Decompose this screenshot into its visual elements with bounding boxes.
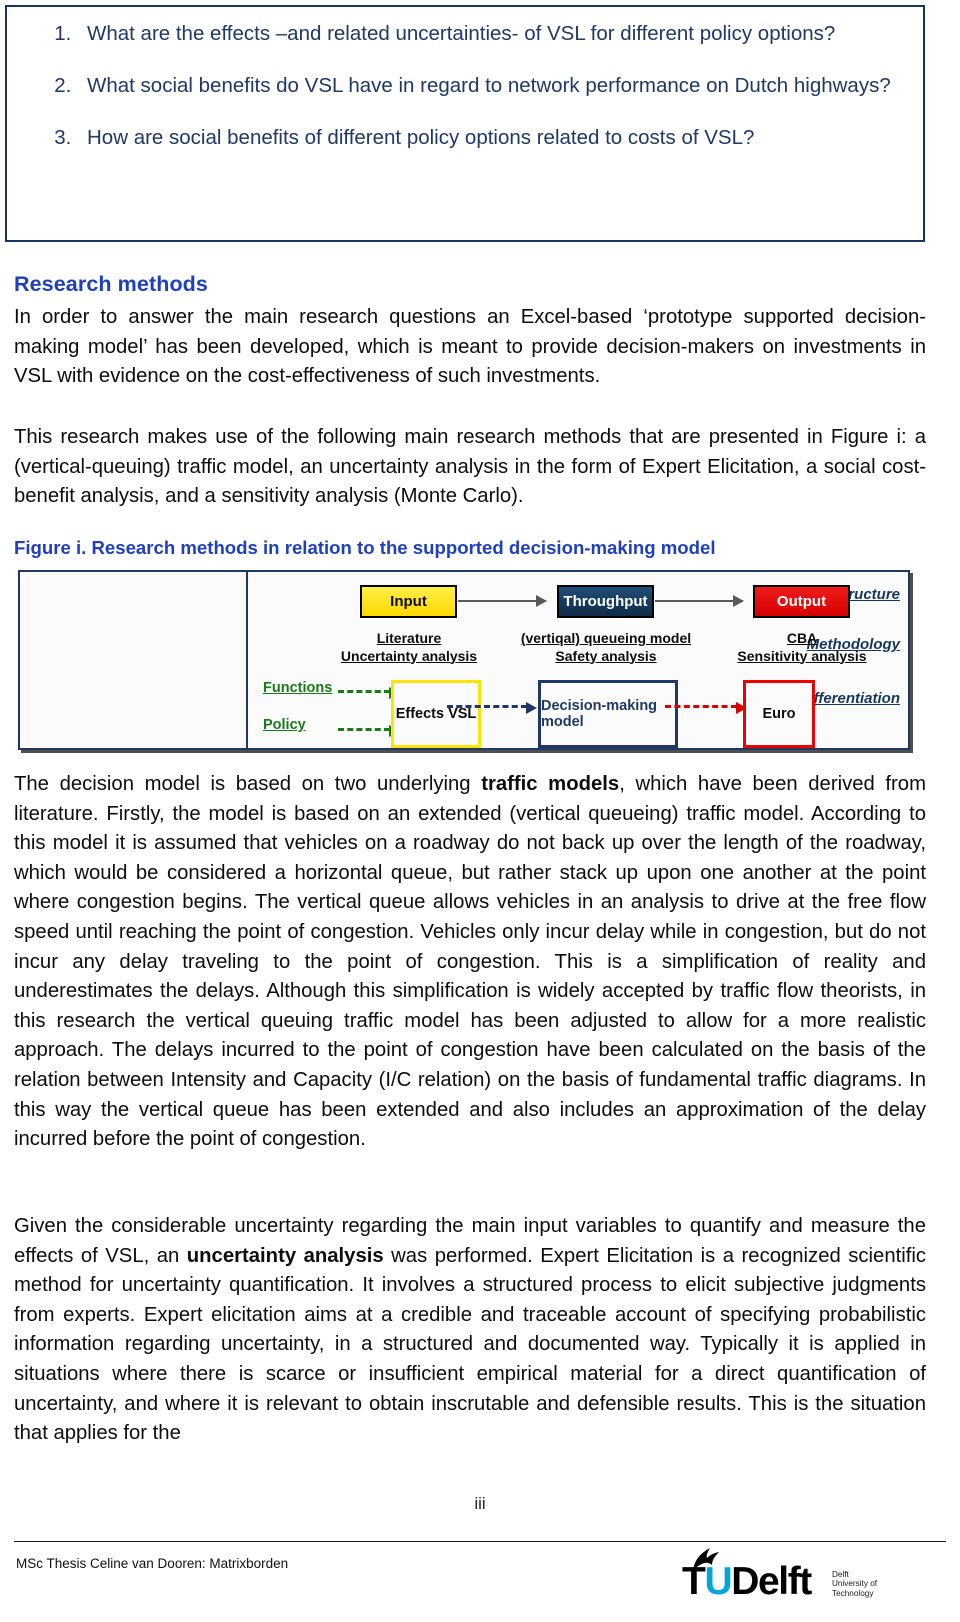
logo-u: U — [704, 1560, 732, 1603]
footer-divider — [14, 1541, 946, 1542]
tu-delft-subtitle-line2: University of — [832, 1579, 878, 1589]
methodology-input-line1: Literature — [376, 630, 442, 646]
research-questions-box: What are the effects –and related uncert… — [5, 5, 925, 242]
stage-box-output: Output — [753, 585, 850, 618]
arrow-decision-model-to-euro — [665, 702, 747, 714]
logo-t: T — [682, 1560, 706, 1603]
figure-research-methods-diagram: Structure Methodology Differentiation In… — [18, 570, 910, 750]
methodology-label-output: CBA Sensitivity analysis — [720, 630, 884, 665]
methodology-output-line1: CBA — [786, 630, 818, 646]
tu-delft-subtitle-line1: Delft — [832, 1570, 849, 1579]
tu-delft-wordmark: TUDelft — [682, 1560, 812, 1603]
differentiation-label-policy: Policy — [263, 717, 306, 733]
list-item: What are the effects –and related uncert… — [77, 17, 899, 50]
arrow-policy-to-effects — [338, 725, 400, 737]
arrow-effects-to-decision-model — [447, 702, 537, 714]
section-heading-research-methods: Research methods — [14, 272, 208, 296]
paragraph-intro: In order to answer the main research que… — [14, 306, 926, 388]
diagram-box-decision-making-model: Decision-making model — [538, 680, 678, 748]
differentiation-label-functions: Functions — [263, 680, 333, 696]
stage-box-input: Input — [360, 585, 457, 618]
methodology-input-line2: Uncertainty analysis — [340, 647, 478, 664]
diagram-box-effects-vsl: Effects VSL — [391, 680, 481, 748]
paragraph-traffic-models: The decision model is based on two under… — [14, 773, 926, 1151]
figure-row-label-column — [20, 572, 248, 748]
methodology-throughput-line1: (vertiqal) queueing model — [520, 630, 692, 646]
tu-delft-subtitle-line3: Technology — [832, 1588, 874, 1598]
page-number: iii — [474, 1494, 486, 1513]
methodology-label-throughput: (vertiqal) queueing model Safety analysi… — [517, 630, 695, 665]
footer-thesis-note: MSc Thesis Celine van Dooren: Matrixbord… — [16, 1556, 289, 1571]
list-item: How are social benefits of different pol… — [77, 121, 899, 154]
arrow-functions-to-effects — [338, 687, 400, 699]
research-questions-list: What are the effects –and related uncert… — [21, 17, 909, 154]
tu-delft-logo: TUDelft Delft University of Technology — [664, 1548, 884, 1610]
tu-delft-subtitle: Delft University of Technology — [832, 1570, 877, 1598]
stage-box-throughput: Throughput — [557, 585, 654, 618]
diagram-box-euro: Euro — [743, 680, 815, 748]
arrow-input-to-throughput — [458, 595, 547, 607]
logo-delft: Delft — [731, 1560, 812, 1603]
arrow-throughput-to-output — [655, 595, 744, 607]
paragraph-uncertainty-analysis: Given the considerable uncertainty regar… — [14, 1215, 927, 1445]
list-item: What social benefits do VSL have in rega… — [77, 69, 899, 102]
paragraph-methods: This research makes use of the following… — [14, 426, 926, 508]
methodology-output-line2: Sensitivity analysis — [737, 647, 867, 664]
methodology-label-input: Literature Uncertainty analysis — [330, 630, 488, 665]
figure-caption: Figure i. Research methods in relation t… — [14, 537, 716, 558]
methodology-throughput-line2: Safety analysis — [555, 647, 657, 664]
